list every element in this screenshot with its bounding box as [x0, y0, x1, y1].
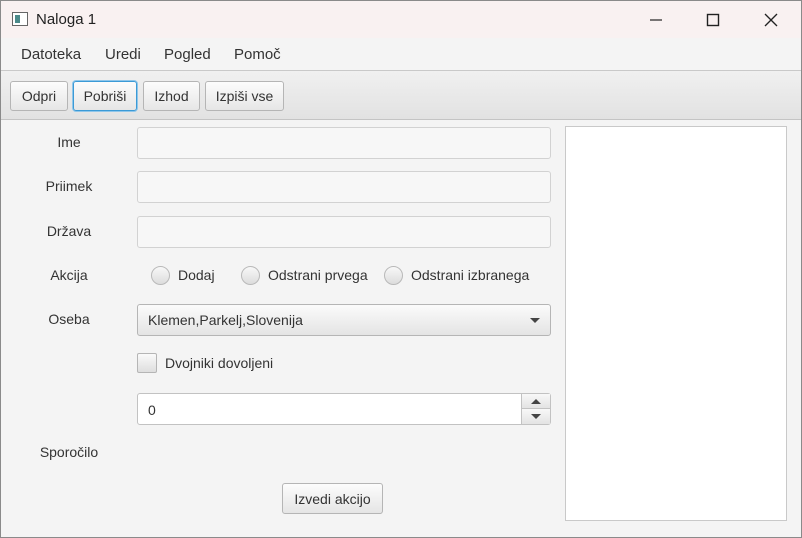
- menu-pogled[interactable]: Pogled: [164, 46, 211, 63]
- maximize-icon: [706, 13, 720, 27]
- number-spinner[interactable]: 0: [137, 393, 551, 425]
- menu-uredi[interactable]: Uredi: [105, 46, 141, 63]
- toolbar: Odpri Pobriši Izhod Izpiši vse: [1, 71, 801, 120]
- minimize-icon: [650, 19, 662, 21]
- window-title: Naloga 1: [36, 11, 97, 28]
- open-button[interactable]: Odpri: [10, 81, 68, 111]
- spinner-value: 0: [148, 402, 156, 418]
- spin-up-icon: [531, 399, 541, 404]
- name-label: Ime: [57, 134, 81, 150]
- print-all-button[interactable]: Izpiši vse: [205, 81, 284, 111]
- radio-remove-selected-label: Odstrani izbranega: [411, 267, 530, 283]
- person-list[interactable]: [565, 126, 787, 521]
- radio-circle[interactable]: [384, 265, 403, 285]
- menu-datoteka[interactable]: Datoteka: [21, 46, 81, 63]
- spin-down-icon: [531, 414, 541, 419]
- spin-down-button[interactable]: [521, 409, 550, 424]
- close-icon: [764, 13, 778, 27]
- radio-remove-first[interactable]: Odstrani prvega: [241, 264, 368, 286]
- app-window: Naloga 1 Datoteka Uredi Pogled Pomoč Odp…: [0, 0, 802, 538]
- duplicates-label: Dvojniki dovoljeni: [165, 355, 274, 371]
- app-icon: [12, 12, 28, 26]
- exit-button[interactable]: Izhod: [143, 81, 200, 111]
- spin-up-button[interactable]: [521, 394, 550, 409]
- person-combobox[interactable]: Klemen,Parkelj,Slovenija: [137, 304, 551, 336]
- radio-circle[interactable]: [241, 265, 260, 285]
- person-label: Oseba: [48, 311, 90, 327]
- clear-button[interactable]: Pobriši: [73, 81, 137, 111]
- radio-add-label: Dodaj: [178, 267, 215, 283]
- message-label: Sporočilo: [39, 444, 99, 460]
- close-button[interactable]: [742, 1, 800, 38]
- menu-bar: Datoteka Uredi Pogled Pomoč: [1, 38, 801, 71]
- checkbox-box[interactable]: [137, 353, 157, 373]
- radio-remove-selected[interactable]: Odstrani izbranega: [384, 264, 529, 286]
- title-bar[interactable]: Naloga 1: [1, 1, 801, 38]
- duplicates-checkbox[interactable]: Dvojniki dovoljeni: [137, 353, 273, 373]
- radio-add[interactable]: Dodaj: [151, 264, 215, 286]
- minimize-button[interactable]: [627, 1, 685, 38]
- chevron-down-icon[interactable]: [530, 318, 540, 323]
- person-selected-value: Klemen,Parkelj,Slovenija: [148, 312, 303, 328]
- maximize-button[interactable]: [684, 1, 742, 38]
- radio-circle[interactable]: [151, 265, 170, 285]
- action-label: Akcija: [50, 267, 88, 283]
- country-label: Država: [46, 223, 92, 239]
- execute-action-button[interactable]: Izvedi akcijo: [282, 483, 383, 514]
- radio-remove-first-label: Odstrani prvega: [268, 267, 368, 283]
- surname-field[interactable]: [137, 171, 551, 203]
- surname-label: Priimek: [45, 178, 93, 194]
- name-field[interactable]: [137, 127, 551, 159]
- menu-pomoc[interactable]: Pomoč: [234, 46, 281, 63]
- country-field[interactable]: [137, 216, 551, 248]
